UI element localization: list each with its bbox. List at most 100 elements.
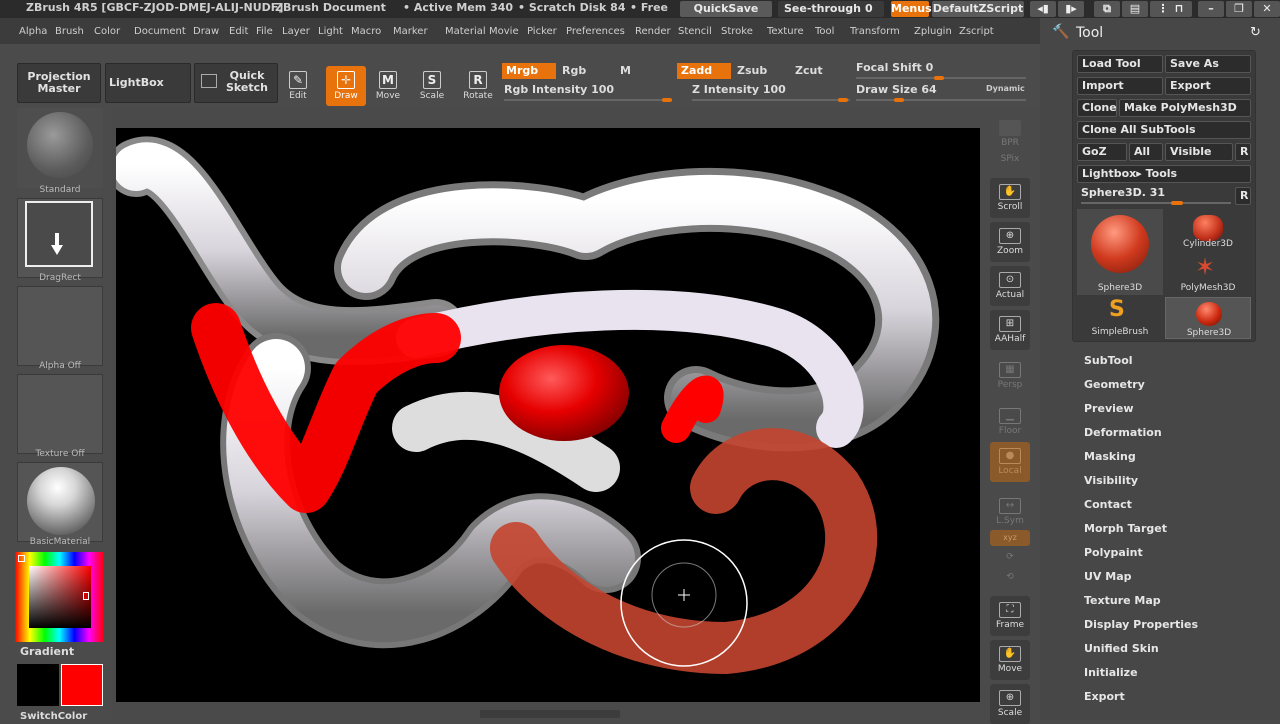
xyz-button[interactable]: xyz: [990, 530, 1030, 546]
tray-menu-uv-map[interactable]: UV Map: [1084, 570, 1132, 583]
spix-slider[interactable]: SPix: [990, 154, 1030, 172]
thumb-simplebrush[interactable]: S SimpleBrush: [1077, 297, 1163, 339]
minimize-icon[interactable]: –: [1198, 1, 1224, 17]
refresh-icon[interactable]: ↻: [1250, 25, 1261, 40]
layout-icon[interactable]: ⧉: [1094, 1, 1120, 17]
z-intensity-slider[interactable]: Z Intensity 100: [692, 83, 786, 96]
sculpt-viewport[interactable]: [116, 128, 980, 702]
lock-icon[interactable]: ⊓: [1166, 1, 1192, 17]
menu-document[interactable]: Document: [134, 26, 186, 37]
move-mode-button[interactable]: M Move: [368, 66, 408, 106]
export-tool-button[interactable]: Export: [1165, 77, 1251, 95]
aahalf-button[interactable]: ⊞ AAHalf: [990, 310, 1030, 350]
thumb-sphere3d-large[interactable]: Sphere3D: [1077, 209, 1163, 295]
color-picker-square[interactable]: [29, 566, 91, 628]
primary-color-swatch[interactable]: [17, 664, 59, 706]
thumb-cylinder3d[interactable]: Cylinder3D: [1165, 209, 1251, 251]
menu-stencil[interactable]: Stencil: [678, 26, 712, 37]
focal-shift-knob[interactable]: [934, 76, 944, 80]
goz-r-button[interactable]: R: [1235, 143, 1251, 161]
zoom-button[interactable]: ⊕ Zoom: [990, 222, 1030, 262]
menu-movie[interactable]: Movie: [489, 26, 519, 37]
goz-button[interactable]: GoZ: [1077, 143, 1127, 161]
tray-menu-morph-target[interactable]: Morph Target: [1084, 522, 1167, 535]
bpr-button[interactable]: BPR: [990, 114, 1030, 152]
rotate-y-icon[interactable]: ⟳: [990, 552, 1030, 570]
tool-r-button[interactable]: R: [1235, 187, 1251, 205]
menu-file[interactable]: File: [256, 26, 273, 37]
draw-mode-button[interactable]: ✛ Draw: [326, 66, 366, 106]
edit-mode-button[interactable]: ✎ Edit: [278, 66, 318, 106]
menu-material[interactable]: Material: [445, 26, 486, 37]
save-as-button[interactable]: Save As: [1165, 55, 1251, 73]
z-intensity-knob[interactable]: [838, 98, 848, 102]
stroke-tile[interactable]: [17, 198, 103, 278]
lsym-button[interactable]: ↔ L.Sym: [990, 492, 1030, 532]
z-intensity-track[interactable]: [692, 99, 850, 101]
save-layout-icon[interactable]: ▤: [1122, 1, 1148, 17]
m-button[interactable]: M: [616, 63, 670, 79]
close-icon[interactable]: ✕: [1254, 1, 1280, 17]
menu-picker[interactable]: Picker: [527, 26, 557, 37]
tray-menu-preview[interactable]: Preview: [1084, 402, 1134, 415]
tray-menu-unified-skin[interactable]: Unified Skin: [1084, 642, 1159, 655]
menu-alpha[interactable]: Alpha: [19, 26, 47, 37]
menu-layer[interactable]: Layer: [282, 26, 310, 37]
quicksave-button[interactable]: QuickSave: [680, 1, 772, 17]
tray-menu-subtool[interactable]: SubTool: [1084, 354, 1133, 367]
lightbox-button[interactable]: LightBox: [105, 63, 191, 103]
color-picker[interactable]: [15, 552, 104, 642]
current-tool-slider[interactable]: Sphere3D. 31: [1077, 185, 1233, 205]
rgb-button[interactable]: Rgb: [558, 63, 612, 79]
texture-tile[interactable]: [17, 374, 103, 454]
tray-menu-visibility[interactable]: Visibility: [1084, 474, 1138, 487]
canvas[interactable]: [116, 128, 980, 702]
tray-menu-masking[interactable]: Masking: [1084, 450, 1136, 463]
default-zscript-button[interactable]: DefaultZScript: [932, 1, 1024, 17]
draw-size-track[interactable]: [856, 99, 1026, 101]
menu-color[interactable]: Color: [94, 26, 120, 37]
lightbox-tools-button[interactable]: Lightbox▸ Tools: [1077, 165, 1251, 183]
projection-master-button[interactable]: Projection Master: [17, 63, 101, 103]
maximize-icon[interactable]: ❐: [1226, 1, 1252, 17]
tray-menu-export[interactable]: Export: [1084, 690, 1125, 703]
quick-sketch-button[interactable]: Quick Sketch: [194, 63, 278, 103]
draw-size-slider[interactable]: Draw Size 64: [856, 83, 937, 96]
tray-right-icon[interactable]: ▮▸: [1058, 1, 1084, 17]
thumb-sphere3d-small[interactable]: Sphere3D: [1165, 297, 1251, 339]
tray-menu-polypaint[interactable]: Polypaint: [1084, 546, 1143, 559]
tray-left-icon[interactable]: ◂▮: [1030, 1, 1056, 17]
menu-draw[interactable]: Draw: [193, 26, 219, 37]
zcut-button[interactable]: Zcut: [791, 63, 845, 79]
menu-transform[interactable]: Transform: [850, 26, 900, 37]
menu-zplugin[interactable]: Zplugin: [914, 26, 952, 37]
menu-marker[interactable]: Marker: [393, 26, 428, 37]
tray-menu-geometry[interactable]: Geometry: [1084, 378, 1145, 391]
tray-menu-display-properties[interactable]: Display Properties: [1084, 618, 1198, 631]
menu-render[interactable]: Render: [635, 26, 671, 37]
frame-button[interactable]: ⛶ Frame: [990, 596, 1030, 636]
current-tool-knob[interactable]: [1171, 201, 1183, 205]
dynamic-button[interactable]: Dynamic: [986, 84, 1025, 93]
local-button[interactable]: ● Local: [990, 442, 1030, 482]
menu-zscript[interactable]: Zscript: [959, 26, 994, 37]
tray-menu-initialize[interactable]: Initialize: [1084, 666, 1138, 679]
goz-all-button[interactable]: All: [1129, 143, 1163, 161]
menu-edit[interactable]: Edit: [229, 26, 248, 37]
menus-button[interactable]: Menus: [891, 1, 932, 17]
tray-menu-deformation[interactable]: Deformation: [1084, 426, 1162, 439]
zsub-button[interactable]: Zsub: [733, 63, 787, 79]
zadd-button[interactable]: Zadd: [677, 63, 731, 79]
tool-panel-title[interactable]: Tool: [1076, 25, 1103, 41]
tray-menu-contact[interactable]: Contact: [1084, 498, 1132, 511]
switchcolor-button[interactable]: SwitchColor: [20, 711, 87, 722]
mrgb-button[interactable]: Mrgb: [502, 63, 556, 79]
secondary-color-swatch[interactable]: [61, 664, 103, 706]
load-tool-button[interactable]: Load Tool: [1077, 55, 1163, 73]
scale-mode-button[interactable]: S Scale: [412, 66, 452, 106]
menu-tool[interactable]: Tool: [815, 26, 834, 37]
see-through-slider[interactable]: See-through 0: [778, 1, 884, 17]
gradient-toggle[interactable]: Gradient: [20, 645, 74, 658]
menu-preferences[interactable]: Preferences: [566, 26, 625, 37]
scroll-button[interactable]: ✋ Scroll: [990, 178, 1030, 218]
